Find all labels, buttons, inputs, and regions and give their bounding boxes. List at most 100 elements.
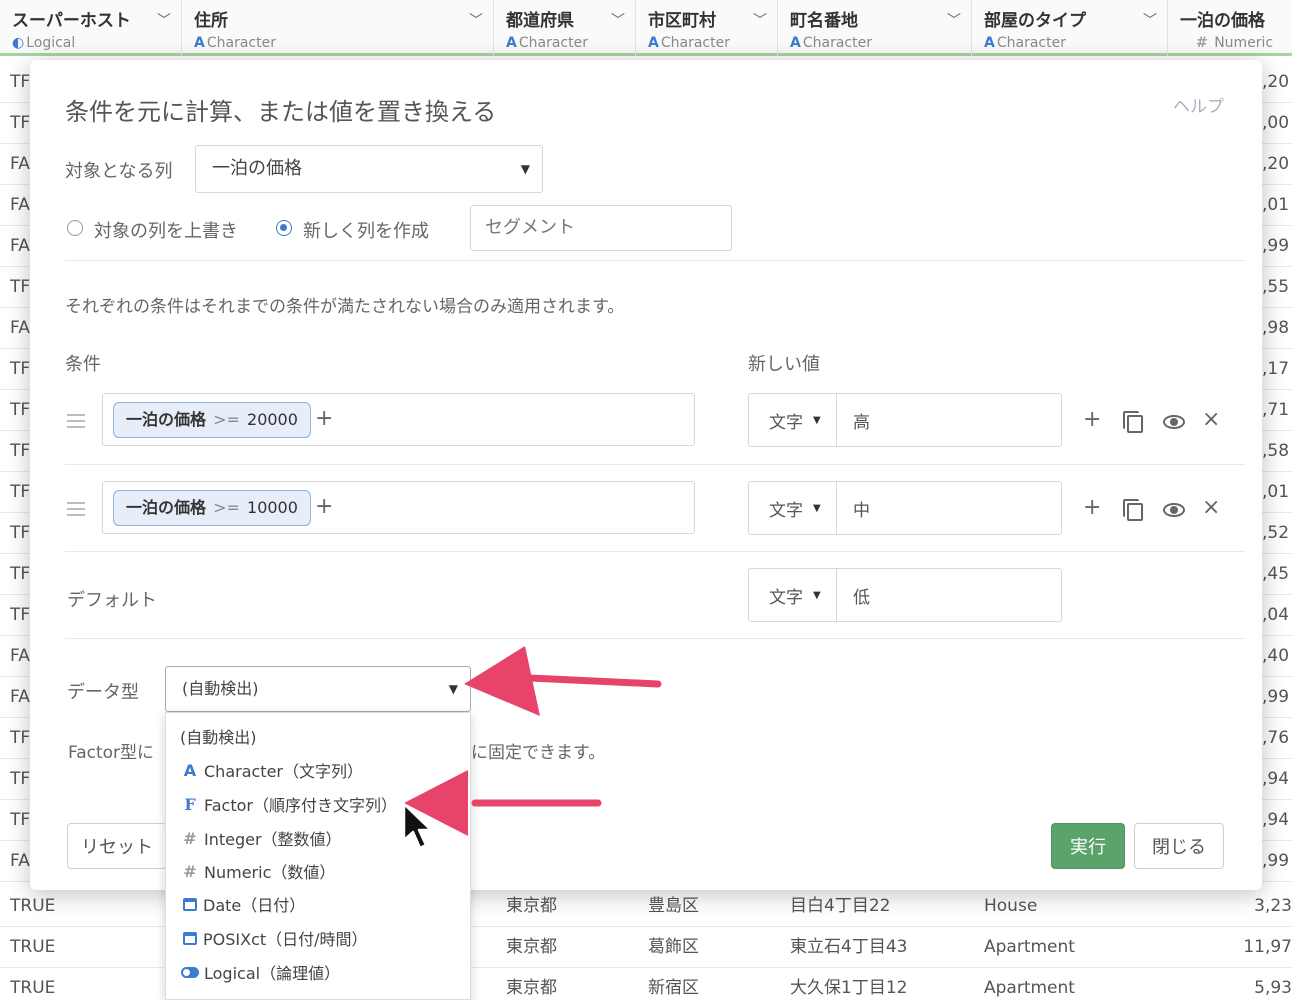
divider — [65, 638, 1245, 639]
radio-new-column-label[interactable]: 新しく列を作成 — [303, 217, 429, 243]
info-text: それぞれの条件はそれまでの条件が満たされない場合のみ適用されます。 — [65, 297, 625, 317]
column-type: Character — [660, 35, 730, 51]
cell-superhost: FA — [10, 318, 30, 338]
eye-icon[interactable] — [1163, 503, 1185, 517]
column-name: 町名番地 — [790, 11, 858, 31]
add-condition-plus-icon[interactable]: + — [315, 406, 333, 431]
cell-superhost: TF — [10, 277, 30, 297]
close-icon[interactable]: × — [1202, 495, 1220, 520]
value-type-select[interactable]: 文字 ▼ — [749, 394, 837, 446]
drag-handle-icon[interactable] — [67, 502, 85, 516]
column-type: Character — [518, 35, 588, 51]
option-character[interactable]: A Character（文字列） — [166, 753, 472, 787]
cell-street: 目白4丁目22 — [790, 896, 891, 916]
cell-superhost: TF — [10, 769, 30, 789]
drag-handle-icon[interactable] — [67, 414, 85, 428]
chevron-down-icon[interactable]: ﹀ — [753, 10, 767, 30]
calendar-icon — [183, 931, 197, 945]
cell-superhost: FA — [10, 687, 30, 707]
column-header-prefecture[interactable]: 都道府県 ﹀ A Character — [494, 0, 636, 56]
factor-note-end: に固定できます。 — [471, 743, 606, 763]
cell-price: ,45 — [1262, 564, 1290, 584]
chip-operator: >= — [213, 498, 240, 517]
add-condition-plus-icon[interactable]: + — [315, 494, 333, 519]
radio-overwrite[interactable] — [67, 220, 83, 236]
caret-down-icon: ▼ — [813, 589, 821, 601]
option-numeric[interactable]: # Numeric（数値） — [166, 854, 472, 888]
cell-room-type: Apartment — [984, 937, 1075, 957]
value-type-select[interactable]: 文字 ▼ — [749, 482, 837, 534]
chevron-down-icon[interactable]: ﹀ — [611, 10, 625, 30]
close-icon[interactable]: × — [1202, 407, 1220, 432]
cell-price: ,99 — [1262, 851, 1290, 871]
chevron-down-icon[interactable]: ﹀ — [469, 10, 483, 30]
value-text[interactable]: 高 — [853, 394, 870, 446]
help-link[interactable]: ヘルプ — [1173, 92, 1224, 117]
condition-editor[interactable]: 一泊の価格 >= 20000 + — [102, 393, 695, 446]
value-text[interactable]: 中 — [853, 482, 870, 534]
cell-price: ,01 — [1262, 195, 1290, 215]
column-header-street[interactable]: 町名番地 ﹀ A Character — [778, 0, 972, 56]
condition-chip[interactable]: 一泊の価格 >= 10000 — [113, 490, 311, 526]
new-column-name-input[interactable]: セグメント — [470, 205, 732, 251]
column-header-address[interactable]: 住所 ﹀ A Character — [182, 0, 494, 56]
column-header-price[interactable]: 一泊の価格 # Numeric — [1168, 0, 1292, 56]
character-type-icon: A — [194, 35, 205, 51]
divider — [65, 464, 1245, 465]
hash-icon: # — [183, 861, 197, 881]
new-value-header: 新しい値 — [748, 354, 820, 375]
option-logical[interactable]: Logical（論理値） — [166, 955, 472, 989]
character-icon: A — [183, 760, 197, 780]
column-header-superhost[interactable]: スーパーホスト ﹀ ◐ Logical — [0, 0, 182, 56]
radio-overwrite-label[interactable]: 対象の列を上書き — [94, 217, 238, 243]
add-row-plus-icon[interactable]: + — [1083, 495, 1101, 520]
cell-prefecture: 東京都 — [506, 896, 557, 916]
value-type-select[interactable]: 文字 ▼ — [749, 569, 837, 621]
cell-price: ,20 — [1262, 154, 1290, 174]
column-header-city[interactable]: 市区町村 ﹀ A Character — [636, 0, 778, 56]
eye-icon[interactable] — [1163, 415, 1185, 429]
dialog-title: 条件を元に計算、または値を置き換える — [65, 98, 497, 126]
column-header-room-type[interactable]: 部屋のタイプ ﹀ A Character — [972, 0, 1168, 56]
cell-superhost: TF — [10, 72, 30, 92]
close-button[interactable]: 閉じる — [1134, 823, 1224, 869]
target-column-select[interactable]: 一泊の価格 ▼ — [195, 145, 543, 193]
chevron-down-icon[interactable]: ﹀ — [157, 10, 171, 30]
factor-note: Factor型に — [68, 743, 155, 763]
condition-chip[interactable]: 一泊の価格 >= 20000 — [113, 402, 311, 438]
new-value-input[interactable]: 文字 ▼ 高 — [748, 393, 1062, 447]
run-button[interactable]: 実行 — [1051, 823, 1125, 869]
copy-icon[interactable] — [1123, 499, 1143, 521]
option-posixct[interactable]: POSIXct（日付/時間） — [166, 921, 472, 955]
chevron-down-icon[interactable]: ﹀ — [947, 10, 961, 30]
reset-button[interactable]: リセット — [67, 823, 167, 869]
chevron-down-icon[interactable]: ﹀ — [1143, 10, 1157, 30]
datatype-select[interactable]: (自動検出) ▼ — [165, 666, 471, 712]
cell-price: ,55 — [1262, 277, 1290, 297]
cell-superhost: TF — [10, 400, 30, 420]
option-date[interactable]: Date（日付） — [166, 887, 472, 921]
cell-superhost: TF — [10, 728, 30, 748]
divider — [65, 260, 1245, 261]
radio-new-column[interactable] — [276, 220, 292, 236]
cell-superhost: FA — [10, 646, 30, 666]
cell-price: ,17 — [1262, 359, 1290, 379]
add-row-plus-icon[interactable]: + — [1083, 407, 1101, 432]
cell-superhost: FA — [10, 154, 30, 174]
cell-superhost: TF — [10, 359, 30, 379]
cell-price: ,98 — [1262, 318, 1290, 338]
cell-price: 5,93 — [1254, 978, 1292, 998]
cell-price: ,04 — [1262, 605, 1290, 625]
mouse-cursor-icon — [402, 802, 433, 850]
table-header: スーパーホスト ﹀ ◐ Logical 住所 ﹀ A Character 都道府県 … — [0, 0, 1292, 56]
value-text[interactable]: 低 — [853, 569, 870, 621]
cell-price: ,94 — [1262, 769, 1290, 789]
option-auto-detect[interactable]: (自動検出) — [166, 719, 472, 753]
new-value-input[interactable]: 文字 ▼ 中 — [748, 481, 1062, 535]
copy-icon[interactable] — [1123, 411, 1143, 433]
target-column-label: 対象となる列 — [65, 161, 173, 182]
column-type: Character — [996, 35, 1066, 51]
condition-editor[interactable]: 一泊の価格 >= 10000 + — [102, 481, 695, 534]
cell-superhost: TF — [10, 605, 30, 625]
default-value-input[interactable]: 文字 ▼ 低 — [748, 568, 1062, 622]
